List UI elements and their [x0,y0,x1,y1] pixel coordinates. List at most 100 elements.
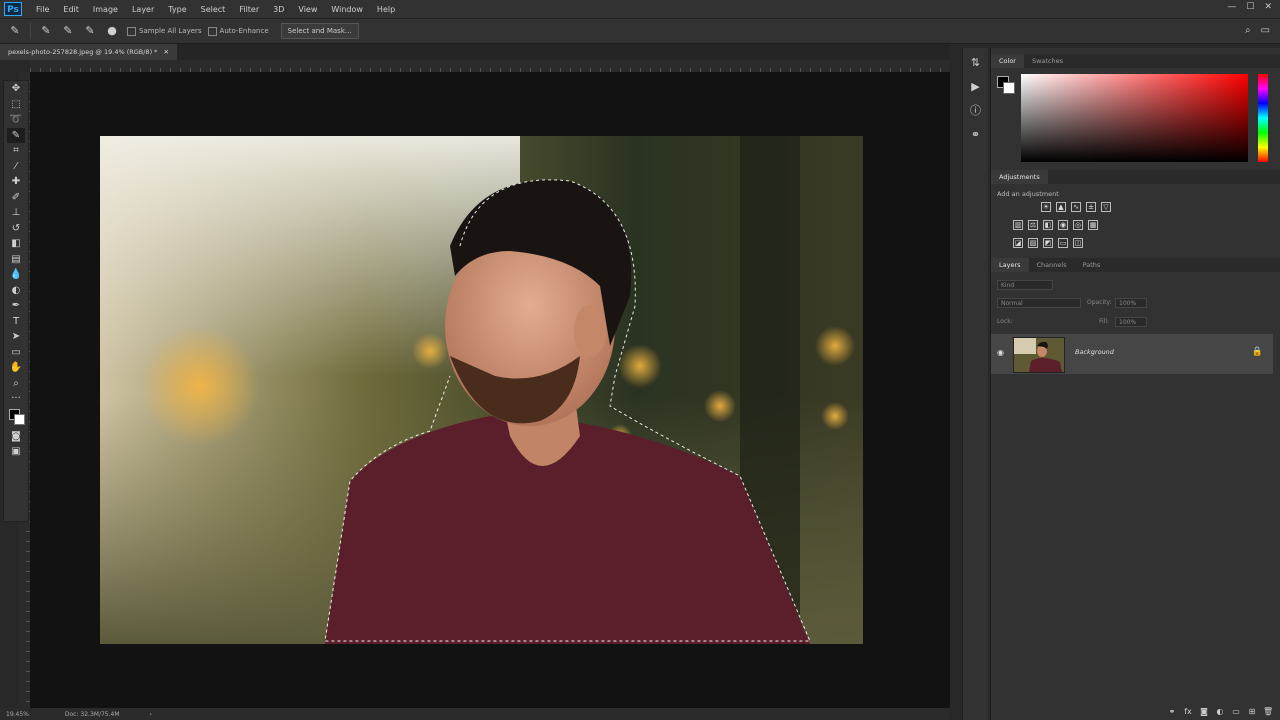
background-color-swatch[interactable] [14,413,25,425]
document-tab[interactable]: pexels-photo-257828.jpeg @ 19.4% (RGB/8)… [0,44,177,60]
sample-all-layers-label: Sample All Layers [139,27,202,35]
layer-lock-icon[interactable]: 🔒 [1252,347,1263,357]
gradient-map-icon[interactable]: ▭ [1058,238,1068,248]
menu-help[interactable]: Help [377,5,395,14]
menu-edit[interactable]: Edit [63,5,79,14]
status-arrow-icon[interactable]: › [150,711,152,718]
quick-mask-icon[interactable]: ◙ [7,429,25,445]
tab-channels[interactable]: Channels [1029,258,1075,272]
menu-select[interactable]: Select [201,5,226,14]
eyedropper-tool-icon[interactable]: ⁄ [7,159,25,175]
blend-mode-select[interactable]: Normal [997,298,1081,308]
tab-color[interactable]: Color [991,54,1024,68]
brightness-contrast-icon[interactable]: ☀ [1041,202,1051,212]
tab-adjustments[interactable]: Adjustments [991,170,1048,184]
menu-image[interactable]: Image [93,5,118,14]
close-tab-icon[interactable]: ✕ [164,48,169,56]
pen-tool-icon[interactable]: ✒ [7,298,25,314]
add-to-selection-icon[interactable]: ✎ [61,24,75,38]
screen-mode-icon[interactable]: ▣ [7,444,25,460]
color-field[interactable] [1021,74,1248,162]
menu-view[interactable]: View [298,5,317,14]
menu-3d[interactable]: 3D [273,5,284,14]
type-tool-icon[interactable]: T [7,314,25,330]
info-icon[interactable]: ⓘ [969,104,983,118]
link-layers-icon[interactable]: ⚭ [1167,707,1177,717]
photo-filter-icon[interactable]: ◉ [1058,220,1068,230]
menu-layer[interactable]: Layer [132,5,154,14]
close-icon[interactable]: ✕ [1264,2,1272,12]
new-adjustment-layer-icon[interactable]: ◐ [1215,707,1225,717]
properties-icon[interactable]: ⚭ [969,128,983,142]
layer-filter-kind[interactable]: Kind [997,280,1053,290]
hue-slider[interactable] [1258,74,1268,162]
clone-stamp-tool-icon[interactable]: ⊥ [7,205,25,221]
zoom-tool-icon[interactable]: ⌕ [7,376,25,392]
dodge-tool-icon[interactable]: ◐ [7,283,25,299]
menu-filter[interactable]: Filter [239,5,259,14]
color-lookup-icon[interactable]: ▦ [1088,220,1098,230]
quick-selection-tool-icon[interactable]: ✎ [8,24,22,38]
search-icon[interactable]: ⌕ [1245,25,1251,36]
color-swatches[interactable] [7,407,25,429]
menu-file[interactable]: File [36,5,49,14]
hue-saturation-icon[interactable]: ▥ [1013,220,1023,230]
gradient-tool-icon[interactable]: ▤ [7,252,25,268]
history-brush-tool-icon[interactable]: ↺ [7,221,25,237]
workspace-icon[interactable]: ▭ [1261,25,1270,36]
new-group-icon[interactable]: ▭ [1231,707,1241,717]
history-icon[interactable]: ⇅ [969,56,983,70]
levels-icon[interactable]: ▲ [1056,202,1066,212]
panel-color-swatches[interactable] [997,76,1017,96]
new-selection-icon[interactable]: ✎ [39,24,53,38]
layer-style-icon[interactable]: fx [1183,707,1193,717]
path-selection-tool-icon[interactable]: ➤ [7,329,25,345]
hand-tool-icon[interactable]: ✋ [7,360,25,376]
black-white-icon[interactable]: ◧ [1043,220,1053,230]
threshold-icon[interactable]: ◩ [1043,238,1053,248]
tab-swatches[interactable]: Swatches [1024,54,1071,68]
tab-layers[interactable]: Layers [991,258,1029,272]
more-tools-icon[interactable]: ··· [7,391,25,407]
channel-mixer-icon[interactable]: ◎ [1073,220,1083,230]
document-photo[interactable] [100,136,863,644]
maximize-icon[interactable]: ☐ [1246,2,1254,12]
curves-icon[interactable]: ∿ [1071,202,1081,212]
panel-background-swatch[interactable] [1003,82,1015,94]
fill-input[interactable]: 100% [1115,317,1147,327]
visibility-eye-icon[interactable]: ◉ [997,348,1004,357]
invert-icon[interactable]: ◪ [1013,238,1023,248]
quick-select-tool-icon[interactable]: ✎ [7,127,25,143]
delete-layer-icon[interactable]: 🗑 [1263,707,1273,717]
layer-row-background[interactable]: ◉ Background 🔒 [991,334,1273,374]
brush-tool-icon[interactable]: ✐ [7,190,25,206]
brush-size-icon[interactable]: ● [105,24,119,38]
subtract-from-selection-icon[interactable]: ✎ [83,24,97,38]
auto-enhance-checkbox[interactable] [207,26,217,36]
eraser-tool-icon[interactable]: ◧ [7,236,25,252]
select-and-mask-button[interactable]: Select and Mask... [280,23,359,39]
posterize-icon[interactable]: ▨ [1028,238,1038,248]
vibrance-icon[interactable]: ▽ [1101,202,1111,212]
zoom-level[interactable]: 19.45% [6,711,29,718]
menu-window[interactable]: Window [331,5,363,14]
actions-play-icon[interactable]: ▶ [969,80,983,94]
crop-tool-icon[interactable]: ⌗ [7,143,25,159]
move-tool-icon[interactable]: ✥ [7,81,25,97]
lasso-tool-icon[interactable]: ➰ [7,112,25,128]
shape-tool-icon[interactable]: ▭ [7,345,25,361]
marquee-tool-icon[interactable]: ⬚ [7,97,25,113]
opacity-input[interactable]: 100% [1115,298,1147,308]
selective-color-icon[interactable]: ◫ [1073,238,1083,248]
minimize-icon[interactable]: — [1227,2,1236,12]
healing-brush-tool-icon[interactable]: ✚ [7,174,25,190]
new-layer-icon[interactable]: ⊞ [1247,707,1257,717]
color-balance-icon[interactable]: ⚖ [1028,220,1038,230]
exposure-icon[interactable]: ± [1086,202,1096,212]
tab-paths[interactable]: Paths [1075,258,1109,272]
blur-tool-icon[interactable]: 💧 [7,267,25,283]
sample-all-layers-checkbox[interactable] [127,26,136,36]
layer-name[interactable]: Background [1075,348,1114,356]
menu-type[interactable]: Type [168,5,186,14]
add-mask-icon[interactable]: ◙ [1199,707,1209,717]
